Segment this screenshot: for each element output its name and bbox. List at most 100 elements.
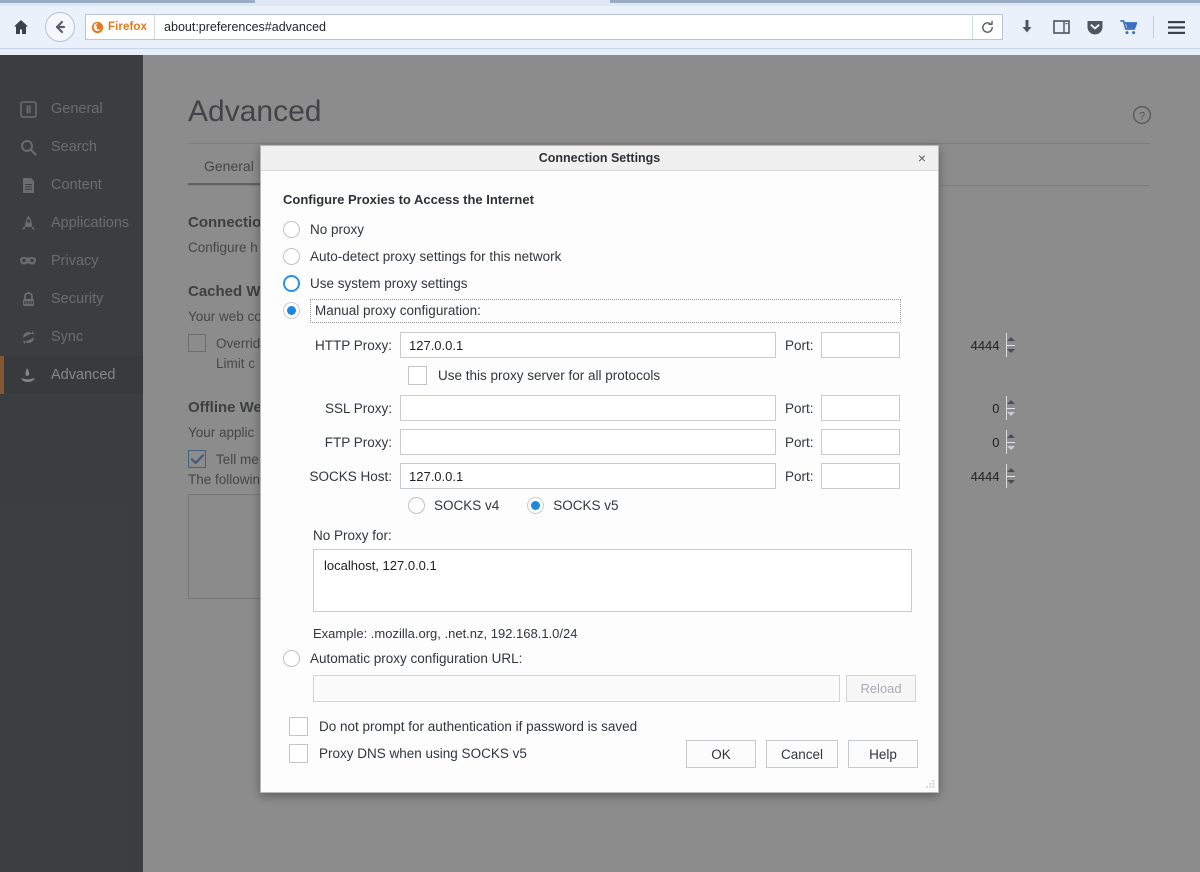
back-arrow-icon [52,19,68,35]
socks-port-spinner[interactable] [1006,464,1015,488]
pac-reload-button[interactable]: Reload [846,675,916,702]
no-proxy-for-textarea[interactable]: localhost, 127.0.0.1 [313,549,912,612]
system-proxy-radio[interactable] [283,275,300,292]
url-text: about:preferences#advanced [155,20,326,34]
spinner-down-icon[interactable] [1007,442,1015,455]
proxy-dns-checkbox[interactable] [289,744,308,763]
ftp-proxy-row: FTP Proxy: Port: [283,429,916,455]
sidebar-icon [1053,19,1070,35]
resize-grip-icon[interactable] [924,779,935,790]
cart-button[interactable] [1113,11,1145,43]
no-proxy-for-label: No Proxy for: [313,528,916,543]
ftp-port-spinner[interactable] [1006,430,1015,454]
dialog-body: Configure Proxies to Access the Internet… [261,171,938,792]
system-proxy-label: Use system proxy settings [310,276,468,291]
auto-detect-label: Auto-detect proxy settings for this netw… [310,249,561,264]
ftp-proxy-label: FTP Proxy: [283,435,400,450]
ssl-port-spinner[interactable] [1006,396,1015,420]
spinner-up-icon[interactable] [1007,333,1015,345]
url-bar[interactable]: Firefox about:preferences#advanced [85,14,1003,40]
sidebar-button[interactable] [1045,11,1077,43]
no-proxy-radio[interactable] [283,221,300,238]
ftp-proxy-input[interactable] [400,429,776,455]
spinner-up-icon[interactable] [1007,464,1015,476]
close-icon[interactable]: × [912,148,932,168]
dialog-titlebar: Connection Settings × [261,146,938,171]
pac-label: Automatic proxy configuration URL: [310,651,522,666]
identity-box[interactable]: Firefox [86,15,155,39]
tab-edge-right [610,0,1200,3]
reload-icon [980,20,995,35]
pac-radio[interactable] [283,650,300,667]
connection-settings-dialog: Connection Settings × Configure Proxies … [260,145,939,793]
ftp-port-stepper[interactable] [821,429,900,455]
all-protocols-checkbox[interactable] [408,366,427,385]
socks-port-stepper[interactable] [821,463,900,489]
home-icon [12,18,30,36]
spinner-down-icon[interactable] [1007,476,1015,489]
no-proxy-label: No proxy [310,222,364,237]
auto-detect-radio[interactable] [283,248,300,265]
pocket-button[interactable] [1079,11,1111,43]
pac-url-input[interactable] [313,675,840,702]
spinner-down-icon[interactable] [1007,345,1015,358]
ssl-proxy-label: SSL Proxy: [283,401,400,416]
help-button[interactable]: Help [848,740,918,768]
http-port-label: Port: [785,338,814,353]
radio-row-no-proxy[interactable]: No proxy [283,216,916,243]
navigation-toolbar: Firefox about:preferences#advanced [0,6,1200,49]
http-proxy-label: HTTP Proxy: [283,338,400,353]
spinner-down-icon[interactable] [1007,408,1015,421]
manual-proxy-radio[interactable] [283,302,300,319]
ssl-port-label: Port: [785,401,814,416]
spinner-up-icon[interactable] [1007,396,1015,408]
browser-chrome: Firefox about:preferences#advanced [0,0,1200,55]
no-auth-prompt-checkbox[interactable] [289,717,308,736]
socks-v5-radio[interactable] [527,497,544,514]
socks-version-row: SOCKS v4 SOCKS v5 [408,497,916,514]
socks-host-input[interactable] [400,463,776,489]
socks-port-label: Port: [785,469,814,484]
cancel-button[interactable]: Cancel [766,740,838,768]
spinner-up-icon[interactable] [1007,430,1015,442]
ssl-port-input[interactable] [822,396,1006,420]
dialog-title: Connection Settings [539,151,661,165]
toolbar-separator [1153,16,1154,38]
firefox-logo-icon [91,21,104,34]
manual-proxy-focus-band: Manual proxy configuration: [310,299,901,323]
socks-v4-label: SOCKS v4 [434,498,499,513]
http-port-spinner[interactable] [1006,333,1015,357]
home-button[interactable] [3,9,39,45]
socks-host-row: SOCKS Host: Port: [283,463,916,489]
manual-proxy-label: Manual proxy configuration: [315,303,481,318]
proxy-dns-label: Proxy DNS when using SOCKS v5 [319,746,527,761]
radio-row-manual-proxy[interactable]: Manual proxy configuration: [283,297,916,324]
ftp-port-input[interactable] [822,430,1006,454]
back-button[interactable] [45,12,75,42]
all-protocols-row[interactable]: Use this proxy server for all protocols [408,366,916,385]
menu-button[interactable] [1160,11,1192,43]
pac-radio-row[interactable]: Automatic proxy configuration URL: [283,650,916,667]
socks-port-input[interactable] [822,464,1006,488]
downloads-icon [1019,19,1035,36]
socks-v4-radio[interactable] [408,497,425,514]
ssl-proxy-input[interactable] [400,395,776,421]
socks-v5-label: SOCKS v5 [553,498,618,513]
http-port-stepper[interactable] [821,332,900,358]
hamburger-menu-icon [1167,20,1186,35]
radio-row-auto-detect[interactable]: Auto-detect proxy settings for this netw… [283,243,916,270]
ssl-port-stepper[interactable] [821,395,900,421]
dialog-buttons: OK Cancel Help [676,740,918,768]
tab-edge-left [0,0,255,3]
socks-host-label: SOCKS Host: [283,469,400,484]
downloads-button[interactable] [1011,11,1043,43]
no-proxy-example-text: Example: .mozilla.org, .net.nz, 192.168.… [313,626,916,641]
ok-button[interactable]: OK [686,740,756,768]
http-proxy-input[interactable] [400,332,776,358]
radio-row-system-proxy[interactable]: Use system proxy settings [283,270,916,297]
reload-button[interactable] [972,15,1002,39]
http-port-input[interactable] [822,333,1006,357]
http-proxy-row: HTTP Proxy: Port: [283,332,916,358]
ftp-port-label: Port: [785,435,814,450]
no-auth-prompt-row[interactable]: Do not prompt for authentication if pass… [283,717,916,736]
